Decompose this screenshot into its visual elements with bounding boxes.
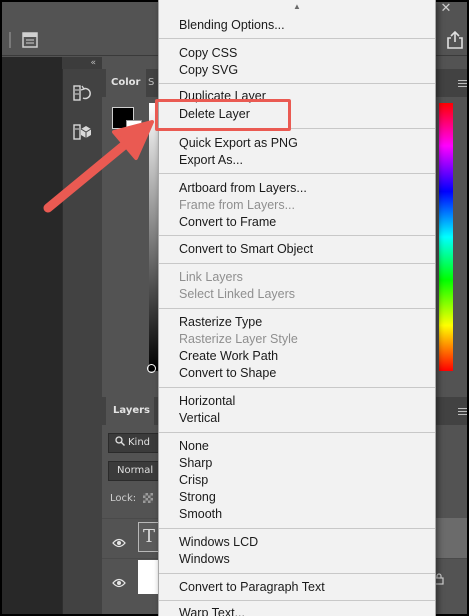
menu-item-vertical[interactable]: Vertical (179, 410, 220, 427)
menu-separator (159, 83, 435, 84)
menu-item-windows[interactable]: Windows (179, 551, 230, 568)
menu-separator (159, 263, 435, 264)
layers-panel-menu-icon[interactable] (458, 408, 467, 418)
document-icon[interactable] (21, 31, 39, 49)
hue-slider[interactable] (439, 103, 453, 371)
annotation-arrow (43, 120, 154, 213)
menu-item-quick-export-as-png[interactable]: Quick Export as PNG (179, 135, 298, 152)
menu-item-sharp[interactable]: Sharp (179, 455, 212, 472)
history-icon[interactable] (64, 77, 100, 109)
menu-item-convert-to-shape[interactable]: Convert to Shape (179, 365, 276, 382)
menu-item-frame-from-layers: Frame from Layers... (179, 198, 295, 212)
menu-item-convert-to-smart-object[interactable]: Convert to Smart Object (179, 241, 313, 258)
panel-menu-icon[interactable] (458, 80, 467, 90)
menu-separator (159, 38, 435, 39)
menu-separator (159, 387, 435, 388)
menu-item-strong[interactable]: Strong (179, 489, 216, 506)
menu-separator (159, 432, 435, 433)
layer-context-menu: ▲ Blending Options... Copy CSS Copy SVG Dup… (158, 0, 436, 616)
menu-item-select-linked-layers: Select Linked Layers (179, 287, 296, 301)
menu-item-create-work-path[interactable]: Create Work Path (179, 348, 278, 365)
menu-separator (159, 235, 435, 236)
search-icon (115, 436, 125, 446)
menu-item-link-layers: Link Layers (179, 270, 243, 284)
menu-item-windows-lcd[interactable]: Windows LCD (179, 534, 258, 551)
menu-separator (159, 573, 435, 574)
lock-label: Lock: (110, 493, 137, 504)
menu-item-crisp[interactable]: Crisp (179, 472, 208, 489)
menu-item-artboard-from-layers[interactable]: Artboard from Layers... (179, 180, 307, 197)
tab-layers[interactable]: Layers (106, 397, 154, 425)
tab-color[interactable]: Color (106, 69, 146, 97)
menu-item-convert-to-frame[interactable]: Convert to Frame (179, 214, 276, 231)
menu-separator (159, 600, 435, 601)
menu-separator (159, 173, 435, 174)
share-icon[interactable] (445, 30, 465, 50)
close-icon[interactable]: ✕ (439, 2, 453, 16)
menu-separator (159, 528, 435, 529)
eye-icon[interactable] (112, 533, 126, 548)
menu-item-rasterize-layer-style: Rasterize Layer Style (179, 332, 298, 346)
menu-item-smooth[interactable]: Smooth (179, 506, 222, 523)
menu-item-export-as[interactable]: Export As... (179, 152, 243, 169)
menu-scroll-up-arrow[interactable]: ▲ (159, 2, 435, 12)
menu-item-copy-css[interactable]: Copy CSS (179, 45, 237, 62)
layer-filter-label: Kind (128, 437, 151, 448)
toolbar-separator (9, 32, 11, 48)
collapse-panels-icon[interactable]: « (62, 57, 102, 69)
menu-item-blending-options[interactable]: Blending Options... (179, 17, 285, 34)
layer-row-selection (432, 518, 467, 558)
annotation-highlight-box (155, 99, 291, 131)
menu-separator (159, 308, 435, 309)
lock-transparent-pixels-icon[interactable] (143, 493, 153, 503)
menu-item-none[interactable]: None (179, 438, 209, 455)
menu-item-convert-to-paragraph-text[interactable]: Convert to Paragraph Text (179, 579, 325, 596)
eye-icon[interactable] (112, 573, 126, 588)
menu-item-copy-svg[interactable]: Copy SVG (179, 62, 238, 79)
menu-item-rasterize-type[interactable]: Rasterize Type (179, 314, 262, 331)
color-picker-handle[interactable] (147, 364, 156, 373)
menu-item-horizontal[interactable]: Horizontal (179, 393, 235, 410)
menu-item-warp-text[interactable]: Warp Text... (179, 605, 245, 616)
